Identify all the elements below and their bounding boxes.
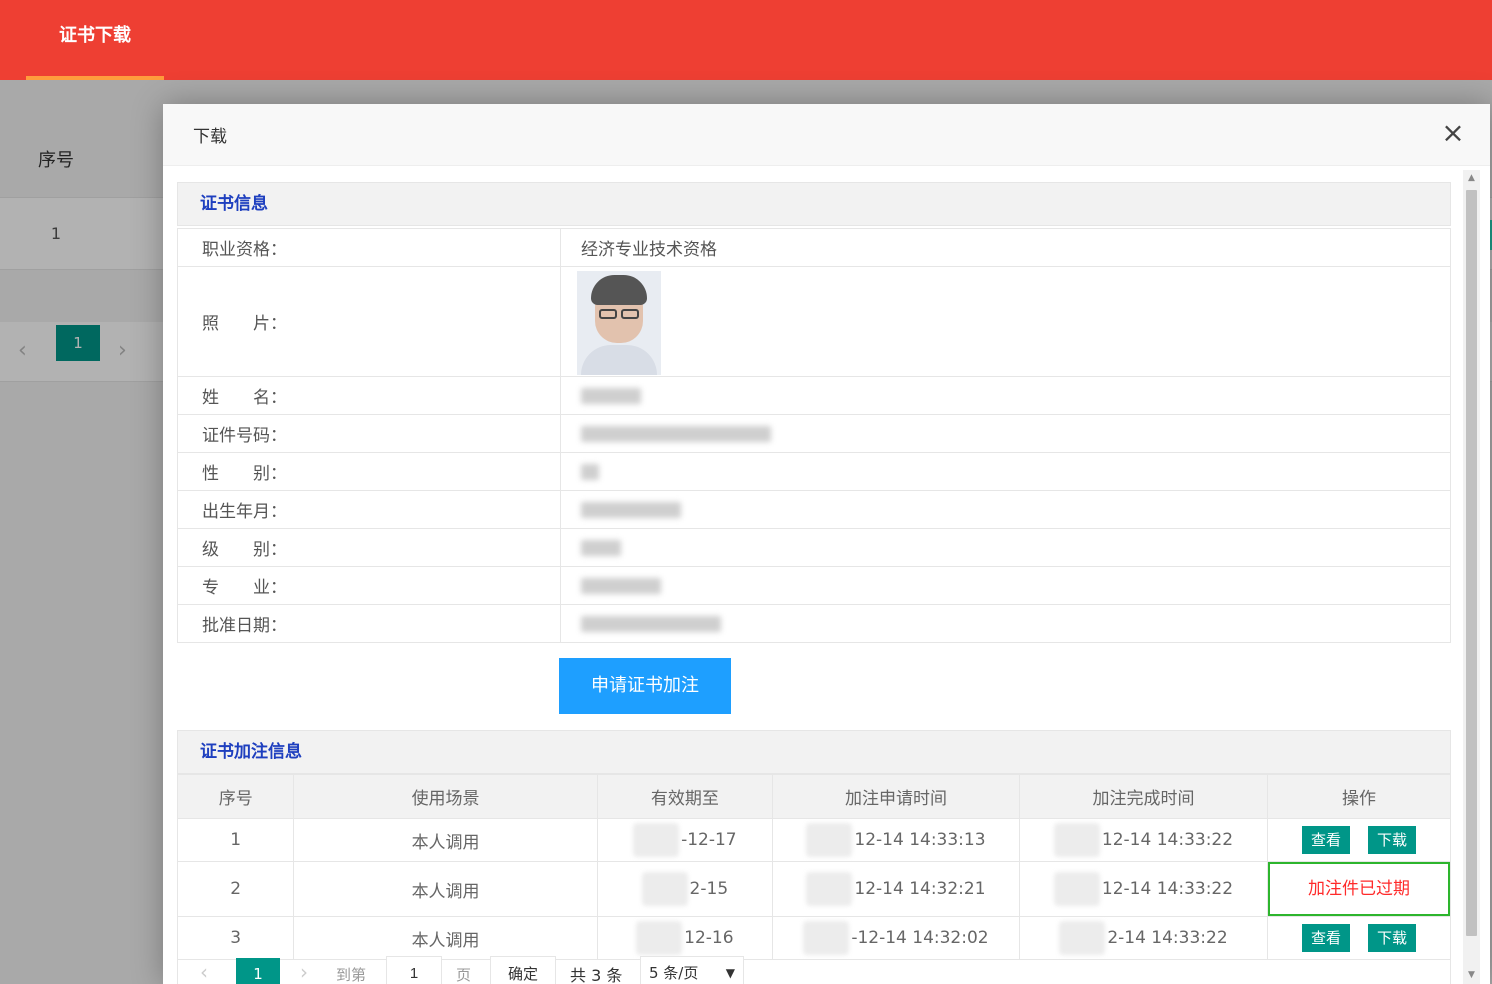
cert-info-section-title: 证书信息 bbox=[177, 182, 1451, 226]
info-row-birth: 出生年月： bbox=[177, 490, 1451, 529]
download-modal: 下载 × ▲ ▼ 证书信息 职业资格： 经济专业技术资格 照 片： 姓 名： 证… bbox=[163, 104, 1490, 984]
modal-body: 证书信息 职业资格： 经济专业技术资格 照 片： 姓 名： 证件号码： 性 别：… bbox=[163, 166, 1463, 984]
redacted-mask bbox=[1053, 823, 1100, 857]
apply-annotation-button[interactable]: 申请证书加注 bbox=[559, 658, 731, 714]
cell-index: 1 bbox=[176, 818, 295, 862]
chevron-right-icon[interactable]: › bbox=[300, 960, 308, 984]
view-button[interactable]: 查看 bbox=[1302, 826, 1350, 854]
field-label: 级 别： bbox=[177, 528, 561, 567]
modal-scrollbar[interactable]: ▲ ▼ bbox=[1463, 170, 1480, 984]
redacted-value bbox=[581, 539, 621, 556]
top-navbar: 证书下载 bbox=[0, 0, 1492, 80]
download-button[interactable]: 下载 bbox=[1368, 924, 1416, 952]
cell-applied: 12-14 14:32:21 bbox=[854, 879, 986, 899]
cell-applied: -12-14 14:32:02 bbox=[851, 928, 989, 948]
info-row-name: 姓 名： bbox=[177, 376, 1451, 415]
cell-scene: 本人调用 bbox=[293, 861, 598, 917]
field-label: 职业资格： bbox=[177, 228, 561, 267]
redacted-value bbox=[581, 425, 771, 442]
pager-confirm-button[interactable]: 确定 bbox=[490, 956, 556, 984]
col-header-index: 序号 bbox=[176, 774, 295, 819]
pager-goto-label: 到第 bbox=[336, 966, 367, 984]
cell-applied: 12-14 14:33:13 bbox=[854, 830, 986, 850]
pager-page-unit: 页 bbox=[456, 966, 472, 984]
redacted-value bbox=[581, 615, 721, 632]
annotation-table-header: 序号 使用场景 有效期至 加注申请时间 加注完成时间 操作 bbox=[176, 774, 1451, 819]
id-photo bbox=[577, 270, 661, 375]
redacted-value bbox=[581, 463, 599, 480]
field-value: 经济专业技术资格 bbox=[560, 228, 1451, 267]
field-label: 照 片： bbox=[177, 266, 561, 377]
cell-index: 2 bbox=[176, 861, 295, 917]
cell-completed: 12-14 14:33:22 bbox=[1101, 879, 1234, 899]
modal-title: 下载 bbox=[193, 127, 227, 147]
redacted-value bbox=[581, 387, 641, 404]
pager-size-select[interactable]: 5 条/页 ▼ bbox=[640, 956, 744, 984]
tab-cert-download[interactable]: 证书下载 bbox=[26, 0, 164, 80]
col-header-completed: 加注完成时间 bbox=[1018, 774, 1269, 819]
col-header-valid-to: 有效期至 bbox=[596, 774, 773, 819]
redacted-mask bbox=[1053, 872, 1100, 906]
cell-completed: 2-14 14:33:22 bbox=[1107, 928, 1228, 948]
field-label: 姓 名： bbox=[177, 376, 561, 415]
cell-completed: 12-14 14:33:22 bbox=[1101, 830, 1234, 850]
download-button[interactable]: 下载 bbox=[1368, 826, 1416, 854]
scrollbar-thumb[interactable] bbox=[1466, 190, 1477, 936]
close-icon[interactable]: × bbox=[1438, 118, 1468, 148]
info-row-qualification: 职业资格： 经济专业技术资格 bbox=[177, 228, 1451, 267]
info-row-approval-date: 批准日期： bbox=[177, 604, 1451, 643]
redacted-mask bbox=[641, 872, 688, 906]
pager-total-count: 共 3 条 bbox=[570, 966, 623, 984]
pager-current-page[interactable]: 1 bbox=[236, 958, 280, 984]
field-label: 出生年月： bbox=[177, 490, 561, 529]
field-label: 专 业： bbox=[177, 566, 561, 605]
cell-valid-to: -12-17 bbox=[681, 830, 737, 850]
annotation-section-title: 证书加注信息 bbox=[177, 730, 1451, 774]
view-button[interactable]: 查看 bbox=[1302, 924, 1350, 952]
redacted-mask bbox=[806, 872, 853, 906]
info-row-level: 级 别： bbox=[177, 528, 1451, 567]
redacted-value bbox=[581, 577, 661, 594]
info-row-major: 专 业： bbox=[177, 566, 1451, 605]
cert-info-table: 职业资格： 经济专业技术资格 照 片： 姓 名： 证件号码： 性 别： 出生年月… bbox=[177, 228, 1451, 643]
scroll-down-arrow-icon[interactable]: ▼ bbox=[1463, 967, 1480, 984]
pager-size-value: 5 条/页 bbox=[649, 964, 699, 982]
pager-goto-input[interactable] bbox=[386, 956, 442, 984]
chevron-left-icon[interactable]: ‹ bbox=[200, 960, 208, 984]
chevron-down-icon: ▼ bbox=[725, 966, 735, 980]
redacted-value bbox=[581, 501, 681, 518]
col-header-applied: 加注申请时间 bbox=[771, 774, 1020, 819]
info-row-id-number: 证件号码： bbox=[177, 414, 1451, 453]
cell-scene: 本人调用 bbox=[293, 818, 598, 862]
redacted-mask bbox=[633, 823, 680, 857]
redacted-mask bbox=[806, 823, 853, 857]
info-row-photo: 照 片： bbox=[177, 266, 1451, 377]
table-row: 1 本人调用 -12-17 12-14 14:33:13 12-14 14:33… bbox=[176, 818, 1451, 862]
modal-header: 下载 × bbox=[163, 104, 1490, 166]
annotation-table: 序号 使用场景 有效期至 加注申请时间 加注完成时间 操作 1 本人调用 -12… bbox=[176, 774, 1451, 960]
field-label: 批准日期： bbox=[177, 604, 561, 643]
cell-valid-to: 2-15 bbox=[689, 879, 729, 899]
cell-valid-to: 12-16 bbox=[684, 928, 734, 948]
table-row: 2 本人调用 2-15 12-14 14:32:21 12-14 14:33:2… bbox=[176, 861, 1451, 917]
expired-status-badge: 加注件已过期 bbox=[1268, 862, 1450, 916]
col-header-actions: 操作 bbox=[1267, 774, 1451, 819]
col-header-scene: 使用场景 bbox=[293, 774, 598, 819]
annotation-pager: ‹ 1 › 到第 页 确定 共 3 条 5 条/页 ▼ bbox=[177, 950, 1451, 984]
field-label: 证件号码： bbox=[177, 414, 561, 453]
scroll-up-arrow-icon[interactable]: ▲ bbox=[1463, 170, 1480, 187]
info-row-gender: 性 别： bbox=[177, 452, 1451, 491]
field-label: 性 别： bbox=[177, 452, 561, 491]
